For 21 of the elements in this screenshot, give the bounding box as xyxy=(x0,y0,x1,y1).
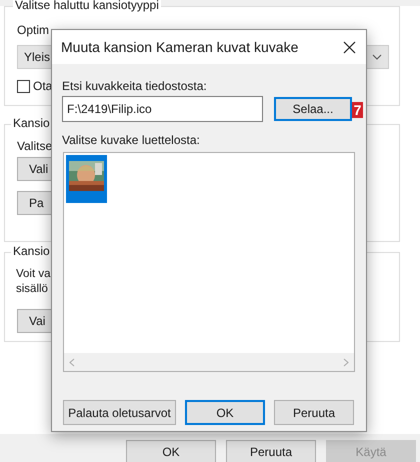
button[interactable]: Palauta oletusarvot xyxy=(63,400,176,425)
description: Valitse xyxy=(17,138,52,155)
group-title: Valitse haluttu kansiotyyppi xyxy=(13,0,161,12)
label: Etsi kuvakkeita tiedostosta: xyxy=(62,78,207,95)
checkbox[interactable] xyxy=(17,80,30,92)
label: Optim xyxy=(17,22,50,39)
icon-item[interactable] xyxy=(66,155,107,203)
description: Voit va sisällö xyxy=(16,267,51,297)
group-title: Kansio xyxy=(11,244,52,258)
chevron-down-icon xyxy=(372,54,382,60)
badge: 7 xyxy=(352,102,363,118)
window-title: Muuta kansion Kameran kuvat kuvake xyxy=(61,38,298,56)
browse-button[interactable]: Selaa... xyxy=(274,97,352,121)
group-title: Kansio xyxy=(11,116,52,130)
button[interactable]: OK xyxy=(126,440,216,462)
close-icon[interactable] xyxy=(343,40,356,54)
button[interactable]: OK xyxy=(185,400,265,425)
label: Valitse kuvake luettelosta: xyxy=(62,132,200,149)
button[interactable]: Peruuta xyxy=(274,400,354,425)
file-field[interactable]: F:\2419\Filip.ico xyxy=(62,96,263,122)
button[interactable]: Peruuta xyxy=(226,440,316,462)
